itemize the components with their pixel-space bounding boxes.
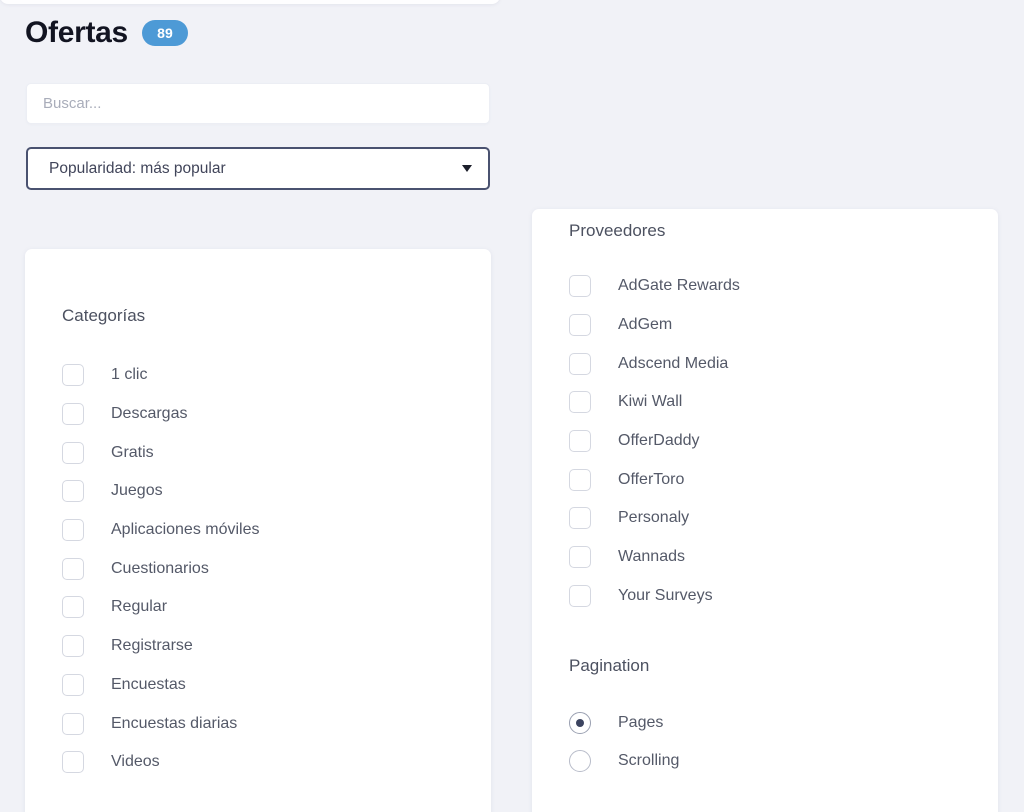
list-item[interactable]: Videos (62, 743, 471, 782)
list-item[interactable]: Cuestionarios (62, 549, 471, 588)
search-field-wrapper (26, 83, 490, 124)
list-item[interactable]: Wannads (569, 538, 978, 577)
checkbox-icon[interactable] (569, 314, 591, 337)
list-item-label: Encuestas diarias (111, 714, 238, 732)
checkbox-icon[interactable] (569, 468, 591, 491)
list-item-label: Your Surveys (618, 586, 713, 604)
categories-title: Categorías (62, 306, 146, 325)
checkbox-icon[interactable] (62, 635, 84, 658)
list-item-label: Pages (618, 713, 664, 731)
list-item[interactable]: AdGate Rewards (569, 267, 978, 306)
list-item-label: Regular (111, 598, 168, 616)
radio-selected-icon[interactable] (569, 711, 591, 734)
list-item-label: Videos (111, 753, 160, 771)
list-item-label: AdGem (618, 316, 673, 334)
categories-card: Categorías 1 clic Descargas Gratis Juego… (25, 249, 491, 812)
list-item[interactable]: Encuestas diarias (62, 704, 471, 743)
providers-title: Proveedores (569, 221, 666, 240)
checkbox-icon[interactable] (569, 546, 591, 569)
list-item[interactable]: OfferToro (569, 460, 978, 499)
list-item[interactable]: 1 clic (62, 356, 471, 395)
search-input[interactable] (26, 83, 490, 124)
checkbox-icon[interactable] (62, 403, 84, 426)
list-item-label: Aplicaciones móviles (111, 521, 260, 539)
list-item[interactable]: Scrolling (569, 742, 978, 781)
list-item[interactable]: Personaly (569, 499, 978, 538)
list-item[interactable]: Gratis (62, 433, 471, 472)
cut-off-card-above (0, 0, 500, 4)
list-item-label: Personaly (618, 509, 690, 527)
checkbox-icon[interactable] (569, 352, 591, 375)
list-item[interactable]: Adscend Media (569, 344, 978, 383)
list-item-label: AdGate Rewards (618, 277, 740, 295)
list-item-label: Descargas (111, 405, 188, 423)
checkbox-icon[interactable] (62, 673, 84, 696)
list-item[interactable]: Kiwi Wall (569, 383, 978, 422)
categories-list: 1 clic Descargas Gratis Juegos Aplicacio… (62, 356, 471, 782)
list-item[interactable]: Juegos (62, 472, 471, 511)
offers-count-badge: 89 (141, 19, 188, 46)
list-item[interactable]: Regular (62, 588, 471, 627)
list-item[interactable]: OfferDaddy (569, 422, 978, 461)
checkbox-icon[interactable] (62, 519, 84, 542)
list-item-label: Wannads (618, 548, 685, 566)
checkbox-icon[interactable] (569, 507, 591, 530)
pagination-title: Pagination (569, 656, 650, 676)
checkbox-icon[interactable] (569, 430, 591, 453)
list-item-label: Scrolling (618, 752, 680, 770)
checkbox-icon[interactable] (62, 441, 84, 464)
providers-content: Proveedores AdGate Rewards AdGem Adscend… (569, 222, 978, 781)
checkbox-icon[interactable] (62, 364, 84, 387)
radio-unselected-icon[interactable] (569, 750, 591, 773)
pagination-section: Pagination Pages Scrolling (569, 657, 978, 780)
checkbox-icon[interactable] (569, 391, 591, 414)
list-item-label: 1 clic (111, 366, 148, 384)
offers-filter-page: Ofertas 89 Popularidad: más popular Cate… (0, 0, 1024, 812)
providers-list: AdGate Rewards AdGem Adscend Media Kiwi … (569, 267, 978, 615)
list-item[interactable]: Pages (569, 703, 978, 742)
list-item[interactable]: AdGem (569, 306, 978, 345)
list-item[interactable]: Encuestas (62, 666, 471, 705)
list-item-label: Juegos (111, 482, 163, 500)
list-item-label: Kiwi Wall (618, 393, 683, 411)
list-item-label: Encuestas (111, 675, 186, 693)
page-header: Ofertas 89 (25, 16, 188, 49)
list-item-label: OfferToro (618, 470, 685, 488)
checkbox-icon[interactable] (569, 584, 591, 607)
checkbox-icon[interactable] (62, 712, 84, 735)
page-title: Ofertas (25, 16, 128, 49)
list-item[interactable]: Descargas (62, 395, 471, 434)
list-item[interactable]: Registrarse (62, 627, 471, 666)
list-item-label: Registrarse (111, 637, 193, 655)
chevron-down-icon (462, 165, 472, 172)
list-item-label: Adscend Media (618, 354, 729, 372)
checkbox-icon[interactable] (62, 596, 84, 619)
checkbox-icon[interactable] (62, 751, 84, 774)
categories-content: Categorías 1 clic Descargas Gratis Juego… (62, 307, 471, 782)
sort-select-value: Popularidad: más popular (49, 159, 226, 177)
list-item-label: OfferDaddy (618, 432, 700, 450)
pagination-options-list: Pages Scrolling (569, 703, 978, 780)
list-item-label: Cuestionarios (111, 559, 209, 577)
list-item-label: Gratis (111, 443, 154, 461)
providers-card: Proveedores AdGate Rewards AdGem Adscend… (532, 209, 998, 812)
checkbox-icon[interactable] (62, 480, 84, 503)
list-item[interactable]: Your Surveys (569, 577, 978, 616)
list-item[interactable]: Aplicaciones móviles (62, 511, 471, 550)
sort-select[interactable]: Popularidad: más popular (26, 147, 490, 190)
checkbox-icon[interactable] (569, 275, 591, 298)
checkbox-icon[interactable] (62, 557, 84, 580)
